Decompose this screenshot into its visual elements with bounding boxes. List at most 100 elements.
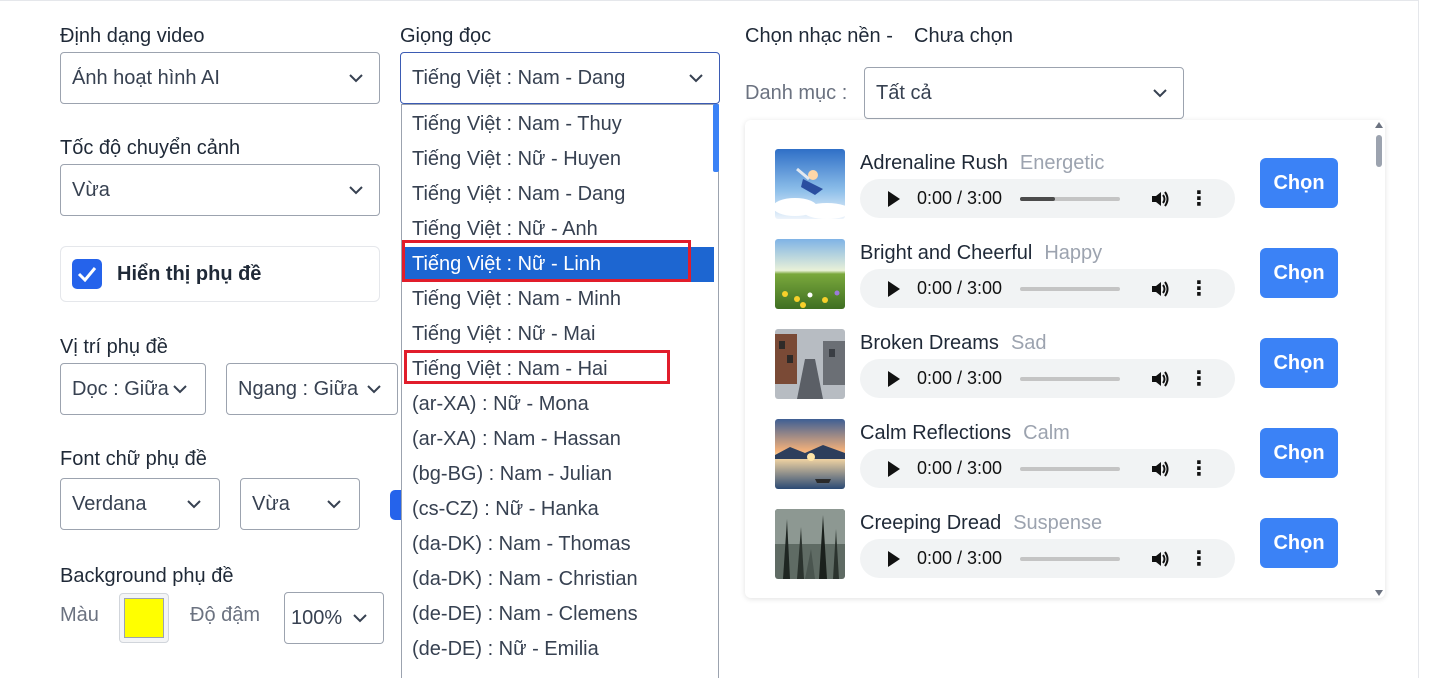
track-time: 0:00 / 3:00 [917,278,1003,298]
voice-options-list[interactable]: Tiếng Việt : Nam - Thuy Tiếng Việt : Nữ … [401,104,719,678]
voice-option[interactable]: (ar-XA) : Nữ - Mona [402,387,714,422]
opacity-value: 100% [291,606,343,629]
scroll-up-icon[interactable] [1375,122,1383,128]
subtitle-background-label: Background phụ đề [60,565,234,587]
audio-player: 0:00 / 3:00 ⋮ [860,269,1235,308]
seek-bar[interactable] [1020,556,1120,561]
choose-button[interactable]: Chọn [1260,428,1338,478]
seek-progress [1020,196,1055,201]
opacity-label: Độ đậm [190,604,261,626]
voice-option[interactable]: Tiếng Việt : Nam - Thuy [402,107,714,142]
audio-player: 0:00 / 3:00 ⋮ [860,359,1235,398]
chevron-down-icon [689,74,703,83]
more-options-icon[interactable]: ⋮ [1189,549,1209,569]
chevron-down-icon [367,385,381,394]
track-mood: Energetic [1019,152,1105,174]
play-icon[interactable] [888,190,900,207]
voice-select[interactable]: Tiếng Việt : Nam - Dang [400,52,720,104]
track-title: Adrenaline Rush [860,152,1008,174]
track-time: 0:00 / 3:00 [917,188,1003,208]
play-icon[interactable] [888,550,900,567]
track-thumbnail [775,239,845,309]
transition-speed-value: Vừa [72,178,110,201]
track-mood: Happy [1044,242,1103,264]
track-time: 0:00 / 3:00 [917,458,1003,478]
more-options-icon[interactable]: ⋮ [1189,459,1209,479]
opacity-select[interactable]: 100% [284,592,384,644]
seek-bar[interactable] [1020,286,1120,291]
voice-option[interactable]: (cs-CZ) : Nữ - Hanka [402,492,714,527]
choose-button[interactable]: Chọn [1260,338,1338,388]
more-options-icon[interactable]: ⋮ [1189,279,1209,299]
music-label: Chọn nhạc nền - [745,25,893,47]
voice-option[interactable]: Tiếng Việt : Nam - Minh [402,282,714,317]
voice-option[interactable]: Tiếng Việt : Nữ - Mai [402,317,714,352]
track-title-line: Calm Reflections Calm [860,422,1070,445]
volume-icon[interactable] [1150,280,1170,298]
show-subtitles-option[interactable]: Hiển thị phụ đề [60,246,380,302]
more-options-icon[interactable]: ⋮ [1189,189,1209,209]
volume-icon[interactable] [1150,370,1170,388]
seek-bar[interactable] [1020,196,1120,201]
track-thumbnail [775,149,845,219]
top-border [0,0,1433,4]
track-item: Broken Dreams Sad 0:00 / 3:00 ⋮ Chọn [775,329,1338,399]
voice-option[interactable]: (bg-BG) : Nam - Julian [402,457,714,492]
more-options-icon[interactable]: ⋮ [1189,369,1209,389]
dropdown-scrollbar[interactable] [713,104,719,172]
color-picker[interactable] [119,593,169,643]
scroll-down-icon[interactable] [1375,590,1383,596]
audio-player: 0:00 / 3:00 ⋮ [860,539,1235,578]
track-item: Creeping Dread Suspense 0:00 / 3:00 ⋮ Chọ… [775,509,1338,579]
transition-speed-label: Tốc độ chuyển cảnh [60,137,241,159]
track-title-line: Creeping Dread Suspense [860,512,1102,535]
volume-icon[interactable] [1150,550,1170,568]
transition-speed-select[interactable]: Vừa [60,164,380,216]
track-mood: Suspense [1013,512,1103,534]
volume-icon[interactable] [1150,460,1170,478]
choose-button[interactable]: Chọn [1260,158,1338,208]
voice-option[interactable]: Tiếng Việt : Nữ - Huyen [402,142,714,177]
seek-bar[interactable] [1020,466,1120,471]
show-subtitles-checkbox[interactable] [72,259,102,289]
category-value: Tất cả [876,81,932,104]
voice-option[interactable]: (de-DE) : Nữ - Emilia [402,632,714,667]
horizontal-position-select[interactable]: Ngang : Giữa [226,363,398,415]
video-format-select[interactable]: Ảnh hoạt hình AI [60,52,380,104]
play-icon[interactable] [888,280,900,297]
seek-bar[interactable] [1020,376,1120,381]
play-icon[interactable] [888,460,900,477]
voice-option[interactable]: (da-DK) : Nam - Thomas [402,527,714,562]
track-time: 0:00 / 3:00 [917,368,1003,388]
category-select[interactable]: Tất cả [864,67,1184,119]
track-item: Adrenaline Rush Energetic 0:00 / 3:00 ⋮ C… [775,149,1338,219]
right-panel-edge [1418,0,1433,678]
highlight-box [404,350,670,384]
track-item: Calm Reflections Calm 0:00 / 3:00 ⋮ Chọn [775,419,1338,489]
video-format-value: Ảnh hoạt hình AI [72,66,220,89]
chevron-down-icon [1153,89,1167,98]
volume-icon[interactable] [1150,190,1170,208]
voice-option[interactable]: (de-DE) : Nam - Clemens [402,597,714,632]
track-title-line: Broken Dreams Sad [860,332,1047,355]
check-icon [77,267,97,282]
choose-button[interactable]: Chọn [1260,248,1338,298]
voice-option[interactable]: (da-DK) : Nam - Christian [402,562,714,597]
font-select[interactable]: Verdana [60,478,220,530]
track-title: Creeping Dread [860,512,1002,534]
voice-option[interactable]: (ar-XA) : Nam - Hassan [402,422,714,457]
voice-option[interactable]: Tiếng Việt : Nam - Dang [402,177,714,212]
track-time: 0:00 / 3:00 [917,548,1003,568]
chevron-down-icon [327,500,341,509]
font-size-select[interactable]: Vừa [240,478,360,530]
track-title-line: Bright and Cheerful Happy [860,242,1102,265]
play-icon[interactable] [888,370,900,387]
track-title: Bright and Cheerful [860,242,1033,264]
vertical-position-select[interactable]: Dọc : Giữa [60,363,206,415]
font-value: Verdana [72,492,147,515]
chevron-down-icon [349,74,363,83]
choose-button[interactable]: Chọn [1260,518,1338,568]
music-list-scrollbar[interactable] [1376,135,1382,167]
chevron-down-icon [349,186,363,195]
chevron-down-icon [353,614,367,623]
